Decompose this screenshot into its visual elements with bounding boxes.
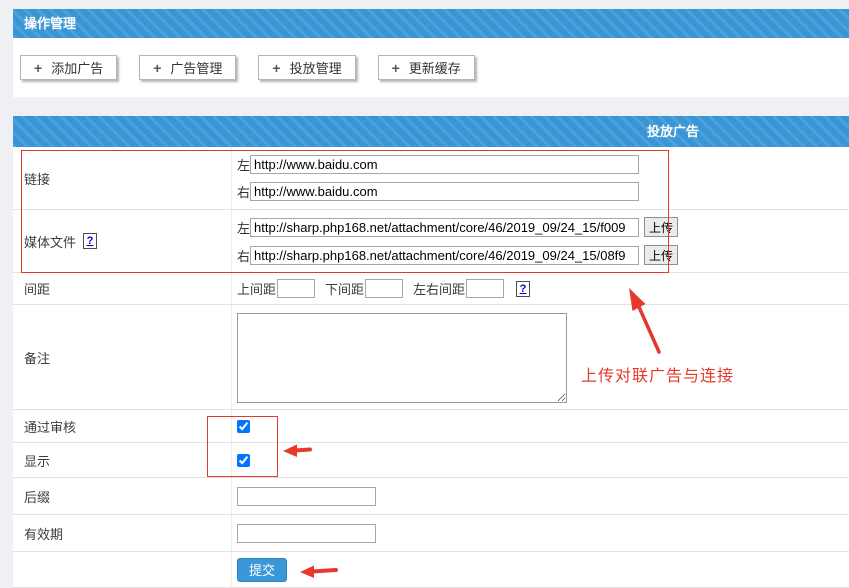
audit-row: 通过审核 (13, 410, 849, 443)
update-cache-button[interactable]: + 更新缓存 (378, 55, 475, 80)
right-prefix-label: 右 (237, 182, 250, 201)
media-row: 媒体文件 ? 左 上传 右 上传 (13, 210, 849, 273)
plus-icon: + (392, 61, 400, 75)
delivery-manage-button[interactable]: + 投放管理 (258, 55, 355, 80)
ad-manage-button[interactable]: + 广告管理 (139, 55, 236, 80)
upload-right-button[interactable]: 上传 (644, 245, 678, 265)
media-left-line: 左 上传 (237, 217, 678, 237)
media-right-input[interactable] (250, 246, 639, 265)
spacing-lr-input[interactable] (466, 279, 504, 298)
display-label-cell: 显示 (13, 443, 232, 477)
validity-row: 有效期 (13, 515, 849, 552)
submit-label-cell (13, 552, 232, 587)
validity-input[interactable] (237, 524, 376, 543)
submit-field-cell: 提交 (232, 552, 849, 587)
page-title: 操作管理 (24, 16, 76, 31)
audit-field-cell (232, 410, 849, 442)
media-field-cell: 左 上传 右 上传 (232, 210, 849, 272)
delivery-form: 投放广告 链接 左 右 媒体文件 ? (13, 116, 849, 588)
add-ad-label: 添加广告 (51, 58, 103, 77)
display-label: 显示 (24, 451, 50, 470)
suffix-input[interactable] (237, 487, 376, 506)
spacing-bottom-input[interactable] (365, 279, 403, 298)
link-left-line: 左 (237, 155, 639, 174)
audit-label-cell: 通过审核 (13, 410, 232, 442)
media-help-icon[interactable]: ? (83, 233, 97, 249)
remark-textarea[interactable] (237, 313, 567, 403)
remark-label: 备注 (24, 348, 50, 367)
display-field-cell (232, 443, 849, 477)
spacing-lr-label: 左右间距 (413, 279, 465, 298)
spacing-top-input[interactable] (277, 279, 315, 298)
validity-label: 有效期 (24, 524, 63, 543)
spacing-row: 间距 上间距 下间距 左右间距 ? (13, 273, 849, 305)
display-row: 显示 (13, 443, 849, 478)
remark-field-cell (232, 305, 849, 409)
link-label: 链接 (24, 169, 50, 188)
link-right-input[interactable] (250, 182, 639, 201)
validity-label-cell: 有效期 (13, 515, 232, 551)
left-prefix-label: 左 (237, 218, 250, 237)
form-title-bar: 投放广告 (13, 116, 849, 147)
link-left-input[interactable] (250, 155, 639, 174)
remark-label-cell: 备注 (13, 305, 232, 409)
spacing-label-cell: 间距 (13, 273, 232, 304)
spacing-help-icon[interactable]: ? (516, 281, 530, 297)
remark-row: 备注 (13, 305, 849, 410)
media-left-input[interactable] (250, 218, 639, 237)
suffix-row: 后缀 (13, 478, 849, 515)
plus-icon: + (153, 61, 161, 75)
suffix-label: 后缀 (24, 487, 50, 506)
submit-button[interactable]: 提交 (237, 558, 287, 582)
toolbar: + 添加广告 + 广告管理 + 投放管理 + 更新缓存 (13, 38, 849, 97)
media-right-line: 右 上传 (237, 245, 678, 265)
link-row: 链接 左 右 (13, 147, 849, 210)
add-ad-button[interactable]: + 添加广告 (20, 55, 117, 80)
audit-checkbox[interactable] (237, 420, 250, 433)
upload-left-button[interactable]: 上传 (644, 217, 678, 237)
form-title: 投放广告 (647, 116, 699, 147)
validity-field-cell (232, 515, 849, 551)
audit-label: 通过审核 (24, 417, 76, 436)
plus-icon: + (34, 61, 42, 75)
page-container: 操作管理 + 添加广告 + 广告管理 + 投放管理 + 更新缓存 投放广告 链接 (13, 0, 849, 588)
link-right-line: 右 (237, 182, 639, 201)
ad-manage-label: 广告管理 (170, 58, 222, 77)
display-checkbox[interactable] (237, 454, 250, 467)
page-title-bar: 操作管理 (13, 9, 849, 38)
link-field-cell: 左 右 (232, 147, 849, 209)
media-label-cell: 媒体文件 ? (13, 210, 232, 272)
spacing-field-cell: 上间距 下间距 左右间距 ? (232, 273, 849, 304)
spacing-label: 间距 (24, 279, 50, 298)
suffix-label-cell: 后缀 (13, 478, 232, 514)
right-prefix-label: 右 (237, 246, 250, 265)
left-prefix-label: 左 (237, 155, 250, 174)
delivery-manage-label: 投放管理 (290, 58, 342, 77)
suffix-field-cell (232, 478, 849, 514)
spacing-top-label: 上间距 (237, 279, 276, 298)
media-label: 媒体文件 (24, 232, 76, 251)
plus-icon: + (272, 61, 280, 75)
spacing-bottom-label: 下间距 (325, 279, 364, 298)
link-label-cell: 链接 (13, 147, 232, 209)
update-cache-label: 更新缓存 (409, 58, 461, 77)
submit-row: 提交 (13, 552, 849, 588)
